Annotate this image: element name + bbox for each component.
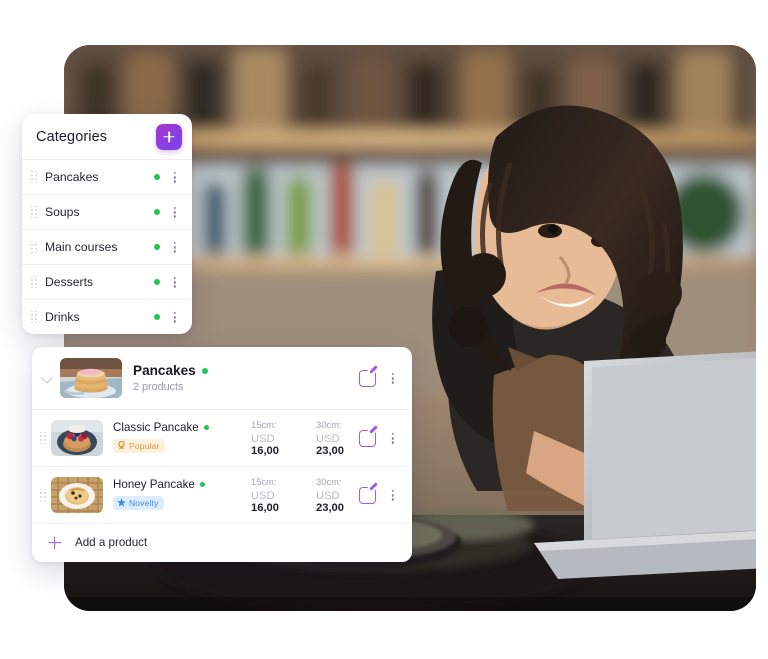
status-dot xyxy=(154,209,160,215)
price-currency: USD xyxy=(251,433,275,445)
category-label: Pancakes xyxy=(45,170,99,184)
status-dot xyxy=(203,424,209,430)
price-column: 15cm: USD 16,00 xyxy=(251,476,294,514)
price-column: 30cm: USD 23,00 xyxy=(316,419,359,457)
product-name: Honey Pancake xyxy=(113,478,245,491)
drag-handle-icon[interactable] xyxy=(31,310,38,324)
price-amount: USD 16,00 xyxy=(251,433,294,457)
product-group-text: Pancakes 2 products xyxy=(133,363,359,393)
product-group-row[interactable]: Pancakes 2 products xyxy=(32,347,412,409)
price-currency: USD xyxy=(251,490,275,502)
honey-pancake-thumbnail xyxy=(51,477,103,513)
drag-handle-icon[interactable] xyxy=(40,488,47,502)
berry-pancake-thumbnail xyxy=(51,420,103,456)
status-dot xyxy=(154,279,160,285)
product-row[interactable]: Classic Pancake Popular 15cm: USD 16,00 30cm… xyxy=(32,409,412,466)
status-dot xyxy=(199,481,205,487)
price-amount: USD 23,00 xyxy=(316,433,359,457)
category-label: Desserts xyxy=(45,275,94,289)
add-product-row[interactable]: Add a product xyxy=(32,523,412,562)
kebab-menu-icon[interactable] xyxy=(168,204,182,220)
product-text: Honey Pancake Novelty xyxy=(113,478,245,513)
categories-header: Categories xyxy=(22,114,192,159)
drag-handle-icon[interactable] xyxy=(40,431,47,445)
product-prices: 15cm: USD 16,00 30cm: USD 23,00 xyxy=(251,476,359,514)
products-panel: Pancakes 2 products Classic Pancake Popul… xyxy=(32,347,412,562)
kebab-menu-icon[interactable] xyxy=(168,169,182,185)
category-row-desserts[interactable]: Desserts xyxy=(22,264,192,299)
status-badge: Popular xyxy=(113,438,166,453)
product-group-count: 2 products xyxy=(133,381,184,393)
status-dot xyxy=(154,314,160,320)
add-product-label: Add a product xyxy=(75,536,148,549)
kebab-menu-icon[interactable] xyxy=(386,487,400,503)
price-amount: USD 16,00 xyxy=(251,490,294,514)
category-label: Main courses xyxy=(45,240,118,254)
status-dot xyxy=(154,244,160,250)
price-size-label: 30cm: xyxy=(316,419,342,430)
price-value: 16,00 xyxy=(251,502,279,514)
category-label: Drinks xyxy=(45,310,80,324)
categories-panel: Categories Pancakes Soups Main courses Dess… xyxy=(22,114,192,334)
price-column: 15cm: USD 16,00 xyxy=(251,419,294,457)
products-list: Classic Pancake Popular 15cm: USD 16,00 30cm… xyxy=(32,409,412,523)
product-text: Classic Pancake Popular xyxy=(113,421,245,456)
price-amount: USD 23,00 xyxy=(316,490,359,514)
category-row-drinks[interactable]: Drinks xyxy=(22,299,192,334)
drag-handle-icon[interactable] xyxy=(31,170,38,184)
category-label: Soups xyxy=(45,205,80,219)
price-value: 23,00 xyxy=(316,502,344,514)
badge-label: Novelty xyxy=(129,497,159,508)
kebab-menu-icon[interactable] xyxy=(168,274,182,290)
pancake-stack-thumbnail xyxy=(60,358,122,398)
price-currency: USD xyxy=(316,490,340,502)
status-dot xyxy=(154,174,160,180)
product-actions xyxy=(359,486,400,504)
kebab-menu-icon[interactable] xyxy=(386,430,400,446)
star-icon xyxy=(117,498,126,507)
chevron-down-icon[interactable] xyxy=(40,370,56,386)
price-size-label: 30cm: xyxy=(316,476,342,487)
product-group-name: Pancakes xyxy=(133,363,359,378)
categories-title: Categories xyxy=(36,128,108,145)
product-row[interactable]: Honey Pancake Novelty 15cm: USD 16,00 30cm: U… xyxy=(32,466,412,523)
drag-handle-icon[interactable] xyxy=(31,275,38,289)
product-prices: 15cm: USD 16,00 30cm: USD 23,00 xyxy=(251,419,359,457)
product-group-actions xyxy=(359,369,400,387)
screenshot-root: Categories Pancakes Soups Main courses Dess… xyxy=(0,0,768,659)
kebab-menu-icon[interactable] xyxy=(386,370,400,386)
category-row-pancakes[interactable]: Pancakes xyxy=(22,159,192,194)
status-dot xyxy=(201,367,208,374)
award-ribbon-icon xyxy=(117,441,126,450)
price-column: 30cm: USD 23,00 xyxy=(316,476,359,514)
edit-pencil-icon[interactable] xyxy=(359,369,376,387)
status-badge: Novelty xyxy=(113,495,165,510)
price-size-label: 15cm: xyxy=(251,419,277,430)
category-row-soups[interactable]: Soups xyxy=(22,194,192,229)
badge-label: Popular xyxy=(129,440,160,451)
edit-pencil-icon[interactable] xyxy=(359,429,376,447)
price-currency: USD xyxy=(316,433,340,445)
add-category-button[interactable] xyxy=(156,123,182,150)
drag-handle-icon[interactable] xyxy=(31,205,38,219)
product-name: Classic Pancake xyxy=(113,421,245,434)
category-row-main-courses[interactable]: Main courses xyxy=(22,229,192,264)
price-size-label: 15cm: xyxy=(251,476,277,487)
drag-handle-icon[interactable] xyxy=(31,240,38,254)
kebab-menu-icon[interactable] xyxy=(168,239,182,255)
categories-list: Pancakes Soups Main courses Desserts Drinks xyxy=(22,159,192,334)
plus-icon xyxy=(48,536,61,549)
edit-pencil-icon[interactable] xyxy=(359,486,376,504)
price-value: 16,00 xyxy=(251,445,279,457)
product-actions xyxy=(359,429,400,447)
price-value: 23,00 xyxy=(316,445,344,457)
kebab-menu-icon[interactable] xyxy=(168,309,182,325)
